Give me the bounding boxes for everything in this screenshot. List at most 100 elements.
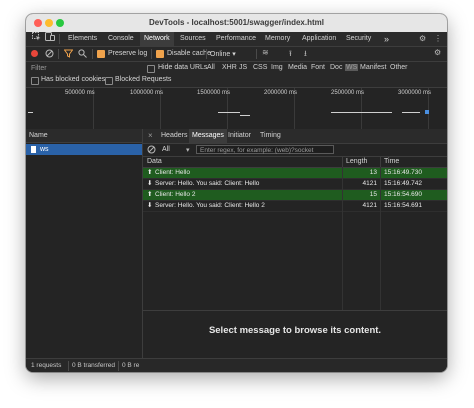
panel-tabbar: Elements Console Network Sources Perform… bbox=[26, 32, 447, 47]
column-divider bbox=[342, 157, 343, 167]
type-filter-js[interactable]: JS bbox=[239, 64, 247, 71]
message-detail-splitter[interactable] bbox=[143, 310, 447, 311]
arrow-up-icon: ⬆ bbox=[147, 169, 153, 176]
message-row[interactable]: ⬆ Client: Hello 2 15 15:16:54.690 bbox=[143, 190, 447, 201]
clear-messages-icon[interactable] bbox=[147, 145, 156, 156]
more-tabs-button[interactable]: » bbox=[380, 32, 393, 46]
network-settings-gear-icon[interactable]: ⚙ bbox=[434, 48, 441, 57]
regex-filter-input[interactable]: Enter regex, for example: (web)?socket bbox=[196, 145, 334, 154]
type-filter-xhr[interactable]: XHR bbox=[222, 64, 237, 71]
blocked-requests-checkbox[interactable] bbox=[105, 77, 113, 85]
timeline-tick-label: 3000000 ms bbox=[398, 90, 432, 96]
divider bbox=[58, 49, 59, 59]
timeline-tick-label: 1000000 ms bbox=[130, 90, 164, 96]
preserve-log-checkbox[interactable] bbox=[97, 50, 105, 58]
detail-tab-headers[interactable]: Headers bbox=[158, 129, 190, 143]
timeline-tick-label: 2500000 ms bbox=[331, 90, 365, 96]
search-icon[interactable] bbox=[78, 49, 87, 60]
filter-input[interactable]: Filter bbox=[31, 65, 47, 72]
divider bbox=[92, 49, 93, 59]
filter-bar-secondary: Has blocked cookies Blocked Requests bbox=[26, 74, 447, 88]
close-detail-button[interactable]: × bbox=[145, 129, 156, 143]
message-row[interactable]: ⬆ Client: Hello 13 15:16:49.730 bbox=[143, 168, 447, 179]
timeline-activity-bar bbox=[218, 112, 240, 113]
tab-security[interactable]: Security bbox=[342, 32, 375, 46]
request-row[interactable]: ws bbox=[26, 144, 142, 155]
type-filter-all[interactable]: All bbox=[207, 64, 215, 71]
timeline-activity-bar bbox=[331, 112, 392, 113]
preserve-log-label: Preserve log bbox=[108, 50, 148, 57]
type-filter-font[interactable]: Font bbox=[311, 64, 325, 71]
chevron-down-icon: ▾ bbox=[186, 147, 190, 154]
record-icon[interactable] bbox=[31, 50, 38, 57]
timeline-overview[interactable]: 500000 ms 1000000 ms 1500000 ms 2000000 … bbox=[26, 88, 447, 130]
divider bbox=[68, 361, 69, 371]
inspect-element-icon[interactable] bbox=[32, 32, 41, 46]
message-time: 15:16:49.742 bbox=[384, 180, 422, 187]
transferred-size: 0 B transferred bbox=[72, 362, 115, 369]
column-divider bbox=[380, 157, 381, 167]
message-data: Server: Hello. You said: Client: Hello bbox=[155, 180, 260, 187]
window-title: DevTools - localhost:5001/swagger/index.… bbox=[148, 18, 324, 27]
column-length[interactable]: Length bbox=[346, 157, 367, 167]
message-row[interactable]: ⬇ Server: Hello. You said: Client: Hello… bbox=[143, 179, 447, 190]
device-toolbar-icon[interactable] bbox=[45, 32, 55, 46]
tab-memory[interactable]: Memory bbox=[261, 32, 294, 46]
column-time[interactable]: Time bbox=[384, 157, 399, 167]
type-filter-doc[interactable]: Doc bbox=[330, 64, 342, 71]
chevron-down-icon: ▾ bbox=[232, 51, 236, 58]
tab-elements[interactable]: Elements bbox=[64, 32, 101, 46]
detail-tab-initiator[interactable]: Initiator bbox=[225, 129, 254, 143]
divider bbox=[151, 49, 152, 59]
status-bar: 1 requests 0 B transferred 0 B re bbox=[26, 358, 447, 372]
type-filter-other[interactable]: Other bbox=[390, 64, 408, 71]
blocked-requests-label: Blocked Requests bbox=[115, 76, 172, 83]
detail-tab-timing[interactable]: Timing bbox=[257, 129, 284, 143]
export-har-icon[interactable]: ⭳ bbox=[304, 48, 307, 62]
tab-console[interactable]: Console bbox=[104, 32, 138, 46]
tab-network[interactable]: Network bbox=[140, 32, 174, 46]
has-blocked-cookies-label: Has blocked cookies bbox=[41, 76, 106, 83]
disable-cache-checkbox[interactable] bbox=[156, 50, 164, 58]
more-options-icon[interactable]: ⋮ bbox=[434, 32, 442, 46]
hide-data-urls-checkbox[interactable] bbox=[147, 65, 155, 73]
filter-funnel-icon[interactable] bbox=[63, 49, 74, 60]
type-filter-ws[interactable]: WS bbox=[345, 64, 359, 71]
detail-tabbar: × Headers Messages Initiator Timing bbox=[143, 129, 447, 144]
tab-application[interactable]: Application bbox=[298, 32, 340, 46]
column-divider bbox=[380, 167, 381, 310]
message-row[interactable]: ⬇ Server: Hello. You said: Client: Hello… bbox=[143, 201, 447, 212]
clear-icon[interactable] bbox=[45, 49, 54, 60]
message-length: 4121 bbox=[362, 180, 377, 187]
type-filter-css[interactable]: CSS bbox=[253, 64, 267, 71]
message-time: 15:16:54.690 bbox=[384, 191, 422, 198]
detail-tab-messages[interactable]: Messages bbox=[189, 129, 227, 143]
message-data: Server: Hello. You said: Client: Hello 2 bbox=[155, 202, 265, 209]
settings-gear-icon[interactable]: ⚙ bbox=[419, 32, 426, 46]
message-type-select[interactable]: All bbox=[162, 146, 170, 153]
message-length: 15 bbox=[369, 191, 377, 198]
document-icon bbox=[31, 146, 36, 153]
message-type-value: All bbox=[162, 146, 170, 153]
column-data[interactable]: Data bbox=[147, 157, 162, 167]
message-time: 15:16:49.730 bbox=[384, 169, 422, 176]
tab-sources[interactable]: Sources bbox=[176, 32, 210, 46]
network-conditions-icon[interactable]: ≋ bbox=[262, 48, 269, 57]
disable-cache-label: Disable cache bbox=[167, 50, 211, 57]
divider bbox=[256, 49, 257, 59]
type-filter-manifest[interactable]: Manifest bbox=[360, 64, 386, 71]
throttling-select[interactable]: Online ▾ bbox=[210, 50, 236, 58]
message-data: Client: Hello 2 bbox=[155, 191, 196, 198]
hide-data-urls-label: Hide data URLs bbox=[158, 64, 208, 71]
tab-performance[interactable]: Performance bbox=[212, 32, 260, 46]
type-filter-img[interactable]: Img bbox=[271, 64, 283, 71]
request-count: 1 requests bbox=[31, 362, 62, 369]
import-har-icon[interactable]: ⭱ bbox=[289, 48, 292, 62]
divider bbox=[206, 49, 207, 59]
timeline-activity-bar bbox=[402, 112, 420, 113]
has-blocked-cookies-checkbox[interactable] bbox=[31, 77, 39, 85]
timeline-current-marker bbox=[425, 110, 429, 114]
timeline-activity-bar bbox=[240, 115, 250, 116]
name-column-header[interactable]: Name bbox=[26, 129, 142, 143]
type-filter-media[interactable]: Media bbox=[288, 64, 307, 71]
